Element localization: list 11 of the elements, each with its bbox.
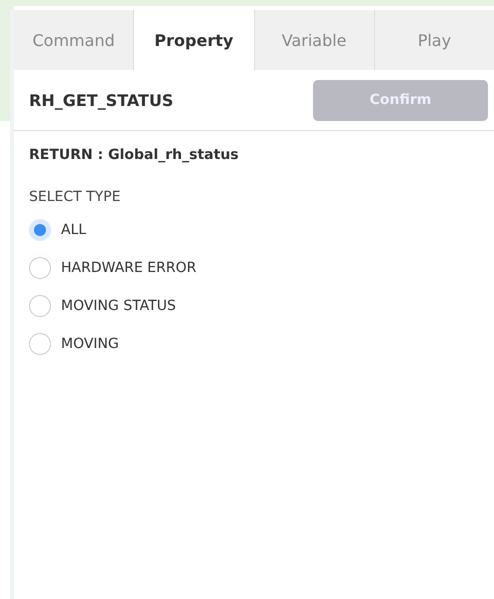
option-label[interactable]: MOVING <box>61 336 119 352</box>
select-type-label: SELECT TYPE <box>28 188 122 207</box>
command-title: RH_GET_STATUS <box>29 90 174 110</box>
radio-button[interactable] <box>29 333 51 355</box>
radio-button[interactable] <box>29 295 51 317</box>
radio-button[interactable] <box>29 219 51 241</box>
return-label: RETURN : Global_rh_status <box>28 146 240 163</box>
radio-button[interactable] <box>29 257 51 279</box>
option-label[interactable]: ALL <box>61 222 86 238</box>
option-label[interactable]: MOVING STATUS <box>61 298 176 314</box>
option-label[interactable]: HARDWARE ERROR <box>61 260 196 276</box>
